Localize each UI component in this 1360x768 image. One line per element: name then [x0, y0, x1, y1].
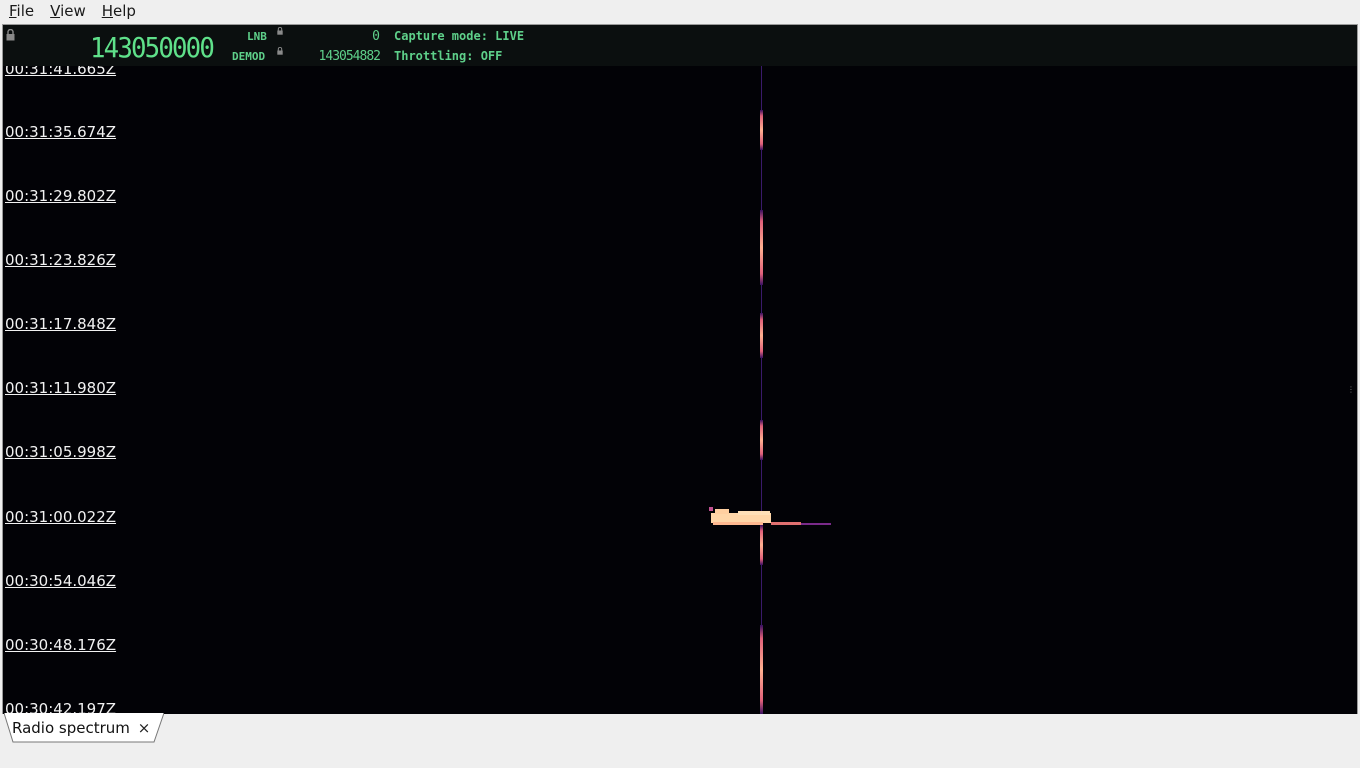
spectrum-view[interactable]: 00:31:41.665Z 00:31:35.674Z 00:31:29.802… — [2, 24, 1358, 715]
signal-trace — [709, 65, 831, 714]
menu-bar: File View Help — [0, 0, 1360, 23]
status-panel: 143050000 LNB 0 DEMOD 143054882 Capture … — [3, 25, 1357, 66]
menu-view[interactable]: View — [41, 1, 93, 22]
tab-label: Radio spectrum — [12, 719, 130, 737]
signal-burst — [709, 507, 831, 525]
resize-grip[interactable]: ⋮ — [1347, 385, 1355, 394]
lock-icon[interactable] — [6, 29, 15, 41]
capture-mode: Capture mode: LIVE — [394, 29, 525, 43]
tab-radio-spectrum[interactable]: Radio spectrum × — [4, 713, 164, 744]
lnb-value[interactable]: 0 — [280, 29, 380, 44]
menu-file[interactable]: File — [0, 1, 41, 22]
close-icon[interactable]: × — [137, 719, 151, 737]
demod-value[interactable]: 143054882 — [280, 49, 381, 64]
demod-label: DEMOD — [232, 50, 266, 63]
menu-help[interactable]: Help — [93, 1, 143, 22]
center-frequency[interactable]: 143050000 — [90, 31, 215, 64]
lnb-label: LNB — [247, 30, 267, 43]
tab-bar: Radio spectrum × — [0, 713, 1360, 768]
waterfall-display[interactable]: 00:31:41.665Z 00:31:35.674Z 00:31:29.802… — [3, 25, 1357, 714]
throttling-status: Throttling: OFF — [394, 49, 503, 63]
